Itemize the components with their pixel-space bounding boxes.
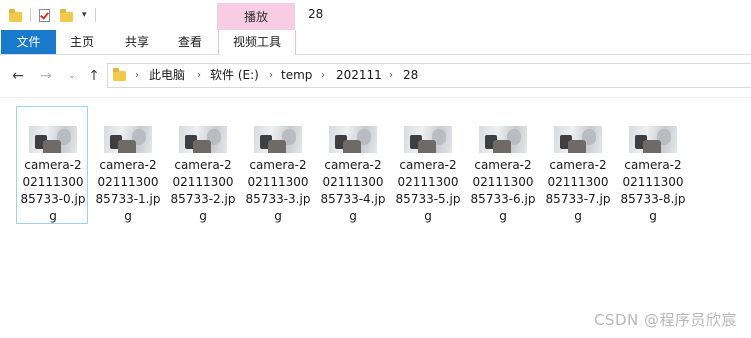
breadcrumb-temp[interactable]: temp: [281, 64, 312, 87]
breadcrumb-separator[interactable]: ›: [389, 64, 393, 87]
image-thumbnail: [479, 126, 527, 153]
file-item[interactable]: camera-2 02111300 85733-3.jp g: [241, 106, 313, 224]
file-name: camera-2 02111300 85733-3.jp g: [245, 158, 311, 223]
file-item[interactable]: camera-2 02111300 85733-1.jp g: [91, 106, 163, 224]
breadcrumb-202111[interactable]: 202111: [336, 64, 382, 87]
folder-icon[interactable]: [9, 9, 22, 22]
file-item[interactable]: camera-2 02111300 85733-6.jp g: [466, 106, 538, 224]
file-item[interactable]: camera-2 02111300 85733-8.jp g: [616, 106, 688, 224]
file-name: camera-2 02111300 85733-8.jp g: [620, 158, 686, 223]
file-name: camera-2 02111300 85733-0.jp g: [20, 158, 86, 223]
image-thumbnail: [104, 126, 152, 153]
image-thumbnail: [179, 126, 227, 153]
file-name: camera-2 02111300 85733-1.jp g: [95, 158, 161, 223]
tab-share[interactable]: 共享: [117, 30, 157, 54]
file-list-view: camera-2 02111300 85733-0.jp g camera-2 0211…: [0, 98, 751, 338]
forward-arrow-icon[interactable]: →: [38, 67, 54, 85]
watermark: CSDN @程序员欣宸: [593, 311, 737, 329]
tab-home[interactable]: 主页: [64, 30, 100, 54]
image-thumbnail: [404, 126, 452, 153]
up-arrow-icon[interactable]: ↑: [86, 67, 102, 85]
customize-dropdown-icon[interactable]: ▾: [82, 6, 87, 24]
tab-video-tools[interactable]: 视频工具: [218, 30, 296, 55]
file-item[interactable]: camera-2 02111300 85733-0.jp g: [16, 106, 88, 224]
image-thumbnail: [554, 126, 602, 153]
toolbar-divider: [30, 8, 31, 22]
breadcrumb-drive-e[interactable]: 软件 (E:): [210, 64, 259, 87]
new-folder-icon[interactable]: [60, 9, 73, 22]
file-name: camera-2 02111300 85733-7.jp g: [545, 158, 611, 223]
quick-access-toolbar: ▾: [9, 6, 96, 24]
breadcrumb-separator[interactable]: ›: [135, 64, 139, 87]
file-name: camera-2 02111300 85733-5.jp g: [395, 158, 461, 223]
tab-view[interactable]: 查看: [170, 30, 210, 54]
address-bar[interactable]: › 此电脑 › 软件 (E:) › temp › 202111 › 28: [107, 63, 751, 88]
file-name: camera-2 02111300 85733-6.jp g: [470, 158, 536, 223]
toolbar-divider: [94, 8, 96, 22]
file-item[interactable]: camera-2 02111300 85733-7.jp g: [541, 106, 613, 224]
tab-file[interactable]: 文件: [1, 30, 56, 54]
file-name: camera-2 02111300 85733-4.jp g: [320, 158, 386, 223]
image-thumbnail: [254, 126, 302, 153]
location-folder-icon: [113, 68, 126, 81]
image-thumbnail: [329, 126, 377, 153]
breadcrumb-separator[interactable]: ›: [269, 64, 273, 87]
file-name: camera-2 02111300 85733-2.jp g: [170, 158, 236, 223]
properties-check-icon[interactable]: [39, 8, 50, 22]
context-tab-group-header: 播放: [217, 3, 295, 31]
title-bar: ▾ 播放 28: [0, 0, 751, 31]
window-title: 28: [308, 7, 324, 21]
file-item[interactable]: camera-2 02111300 85733-5.jp g: [391, 106, 463, 224]
file-item[interactable]: camera-2 02111300 85733-2.jp g: [166, 106, 238, 224]
breadcrumb-28[interactable]: 28: [403, 64, 418, 87]
image-thumbnail: [629, 126, 677, 153]
navigation-bar: ← → ⌄ ↑ › 此电脑 › 软件 (E:) › temp › 202111 …: [0, 55, 751, 98]
back-arrow-icon[interactable]: ←: [10, 67, 26, 85]
image-thumbnail: [29, 126, 77, 153]
recent-locations-chevron-icon[interactable]: ⌄: [66, 67, 78, 85]
ribbon-tab-bar: 文件 主页 共享 查看 视频工具: [0, 30, 751, 55]
file-explorer-window: ▾ 播放 28 文件 主页 共享 查看 视频工具 ← → ⌄ ↑ › 此电脑 ›…: [0, 0, 751, 338]
file-item[interactable]: camera-2 02111300 85733-4.jp g: [316, 106, 388, 224]
breadcrumb-separator[interactable]: ›: [197, 64, 201, 87]
breadcrumb-this-pc[interactable]: 此电脑: [149, 64, 185, 87]
breadcrumb-separator[interactable]: ›: [321, 64, 325, 87]
